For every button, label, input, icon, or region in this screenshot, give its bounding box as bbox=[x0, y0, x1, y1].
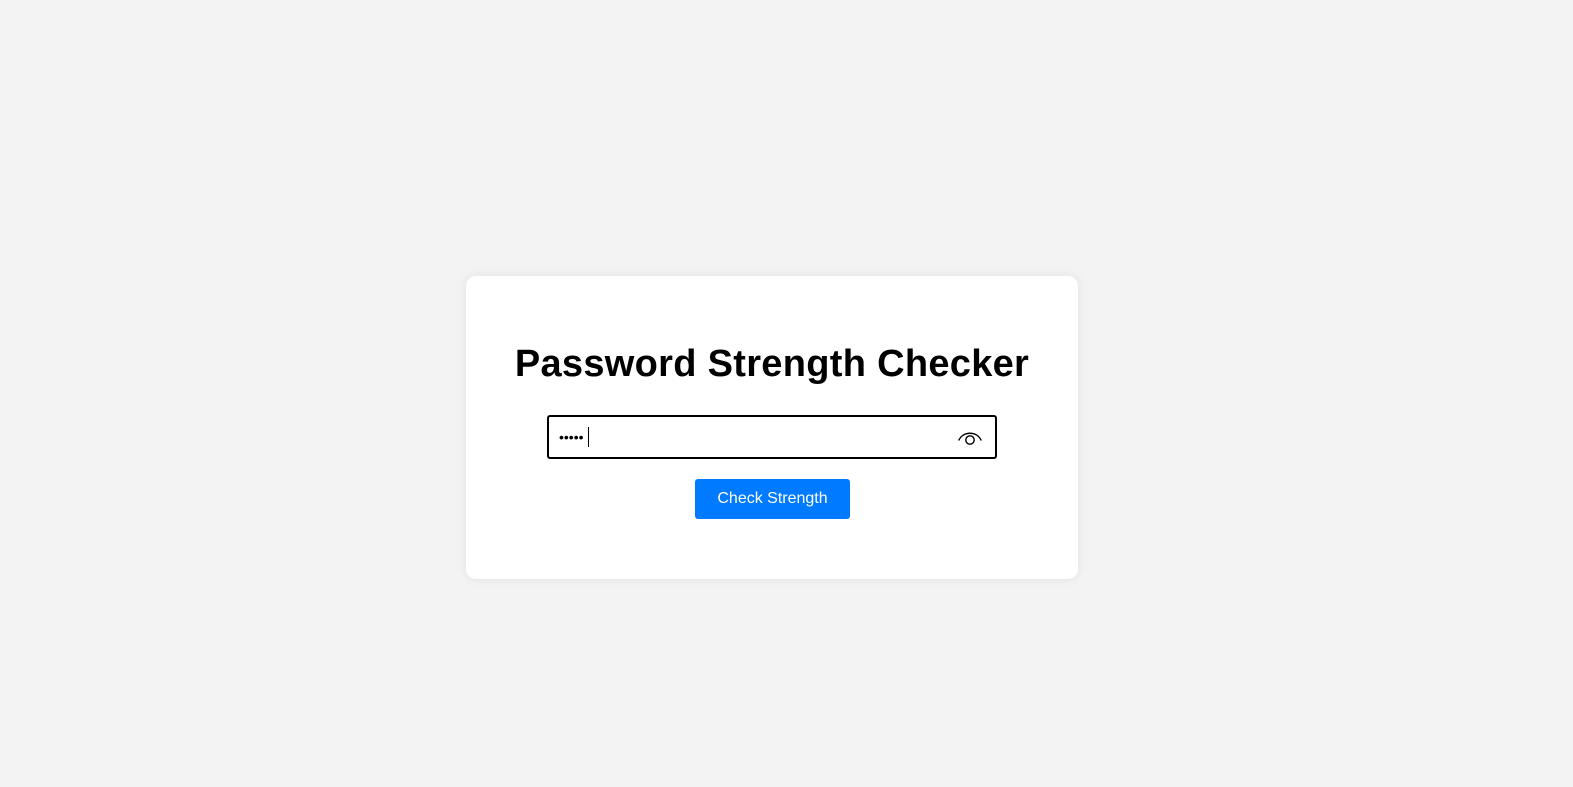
password-input[interactable] bbox=[549, 417, 949, 457]
page-title: Password Strength Checker bbox=[514, 343, 1030, 385]
text-cursor bbox=[588, 427, 589, 447]
password-field-container bbox=[547, 415, 997, 459]
eye-icon[interactable] bbox=[957, 426, 983, 448]
password-checker-card: Password Strength Checker Check Strength bbox=[466, 276, 1078, 579]
check-strength-button[interactable]: Check Strength bbox=[695, 479, 850, 519]
